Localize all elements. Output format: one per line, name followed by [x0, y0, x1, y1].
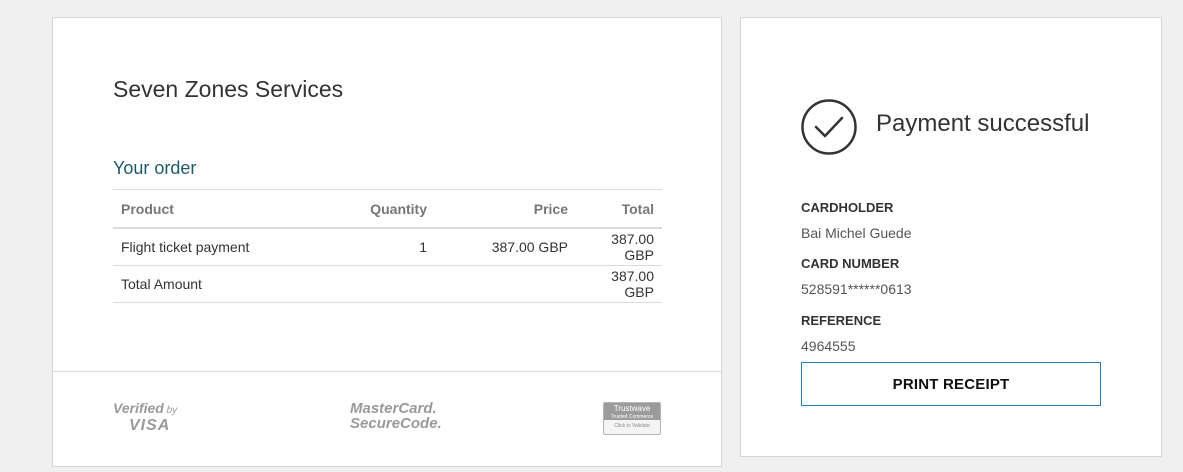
- reference-value: 4964555: [801, 338, 856, 354]
- merchant-name: Seven Zones Services: [113, 76, 344, 102]
- print-receipt-button[interactable]: PRINT RECEIPT: [801, 362, 1101, 406]
- item-quantity: 1: [329, 228, 435, 266]
- trustwave-seal[interactable]: Trustwave Trusted Commerce Click to Vali…: [603, 402, 661, 435]
- card-number-value: 528591******0613: [801, 281, 912, 297]
- total-value: 387.00 GBP: [576, 265, 662, 303]
- payment-status-text: Payment successful: [876, 110, 1090, 137]
- item-product: Flight ticket payment: [113, 228, 329, 266]
- card-number-label: CARD NUMBER: [801, 256, 900, 271]
- cardholder-label: CARDHOLDER: [801, 200, 894, 215]
- column-product: Product: [113, 189, 329, 229]
- item-total: 387.00 GBP: [576, 228, 662, 266]
- footer-divider: [53, 371, 721, 372]
- column-price: Price: [435, 189, 576, 229]
- order-table-header: Product Quantity Price Total: [113, 189, 662, 229]
- order-card: Seven Zones Services Your order Product …: [52, 17, 722, 467]
- order-heading: Your order: [113, 158, 197, 178]
- cardholder-value: Bai Michel Guede: [801, 225, 912, 241]
- order-table: Product Quantity Price Total Flight tick…: [113, 189, 662, 303]
- table-row: Flight ticket payment 1 387.00 GBP 387.0…: [113, 228, 662, 266]
- item-price: 387.00 GBP: [435, 228, 576, 266]
- column-total: Total: [576, 189, 662, 229]
- column-quantity: Quantity: [329, 189, 435, 229]
- verified-by-visa-logo: Verified by VISA: [113, 400, 178, 434]
- total-label: Total Amount: [113, 265, 329, 303]
- mastercard-securecode-logo: MasterCard. SecureCode.: [350, 400, 442, 432]
- total-row: Total Amount 387.00 GBP: [113, 265, 662, 303]
- reference-label: REFERENCE: [801, 313, 882, 328]
- check-circle-icon: [801, 99, 857, 155]
- payment-card: Payment successful CARDHOLDER Bai Michel…: [740, 17, 1162, 457]
